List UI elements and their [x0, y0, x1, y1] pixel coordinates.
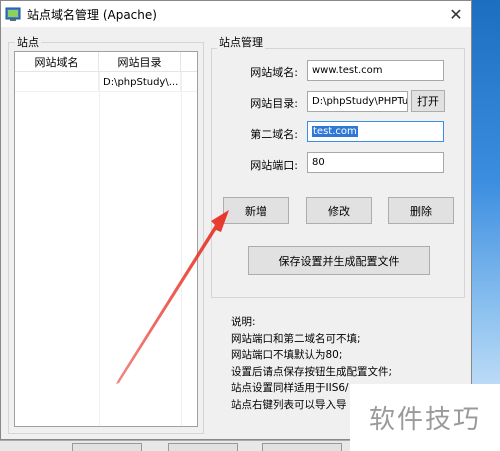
second-domain-input[interactable]: test.com	[307, 121, 444, 142]
open-button[interactable]: 打开	[411, 90, 445, 112]
directory-input[interactable]: D:\phpStudy\PHPTutor	[307, 91, 408, 112]
manage-group-title: 站点管理	[217, 34, 265, 50]
column-header-directory[interactable]: 网站目录	[99, 52, 181, 72]
sites-list-header: 网站域名 网站目录	[15, 52, 197, 72]
domain-label: 网站域名:	[250, 66, 298, 79]
sites-group-title: 站点	[15, 34, 41, 50]
app-icon	[5, 7, 21, 21]
domain-input[interactable]: www.test.com	[307, 60, 444, 81]
grid-line	[181, 72, 182, 426]
directory-label: 网站目录:	[250, 97, 298, 110]
port-label: 网站端口:	[250, 159, 298, 172]
close-button[interactable]: ✕	[439, 1, 471, 27]
table-row[interactable]: D:\phpStudy\...	[15, 72, 197, 92]
sites-list[interactable]: 网站域名 网站目录 D:\phpStudy\...	[14, 51, 198, 427]
notes-line: 网站端口不填默认为80;	[231, 349, 343, 361]
second-domain-label: 第二域名:	[250, 128, 298, 141]
row-domain-cell	[15, 72, 99, 92]
row-directory-cell: D:\phpStudy\...	[99, 72, 181, 92]
notes-line: 网站端口和第二域名可不填;	[231, 332, 361, 345]
column-header-domain[interactable]: 网站域名	[15, 52, 99, 72]
background-button[interactable]	[168, 443, 238, 451]
close-icon: ✕	[449, 4, 463, 24]
title-bar[interactable]: 站点域名管理 (Apache) ✕	[1, 1, 471, 27]
port-input[interactable]: 80	[307, 152, 444, 173]
background-button[interactable]	[72, 443, 142, 451]
notes-title: 说明:	[231, 316, 256, 328]
delete-button[interactable]: 删除	[388, 197, 454, 224]
site-domain-manager-window: 站点域名管理 (Apache) ✕ 站点 网站域名 网站目录 D:\phpStu…	[0, 0, 472, 440]
edit-button[interactable]: 修改	[306, 197, 372, 224]
watermark: 软件技巧	[350, 384, 500, 451]
window-title: 站点域名管理 (Apache)	[27, 7, 157, 22]
background-button[interactable]	[262, 443, 342, 451]
grid-line	[99, 72, 100, 426]
notes-line: 设置后请点保存按钮生成配置文件;	[231, 365, 393, 378]
add-button[interactable]: 新增	[223, 197, 289, 224]
selected-text: test.com	[312, 126, 358, 137]
save-config-button[interactable]: 保存设置并生成配置文件	[248, 246, 430, 275]
